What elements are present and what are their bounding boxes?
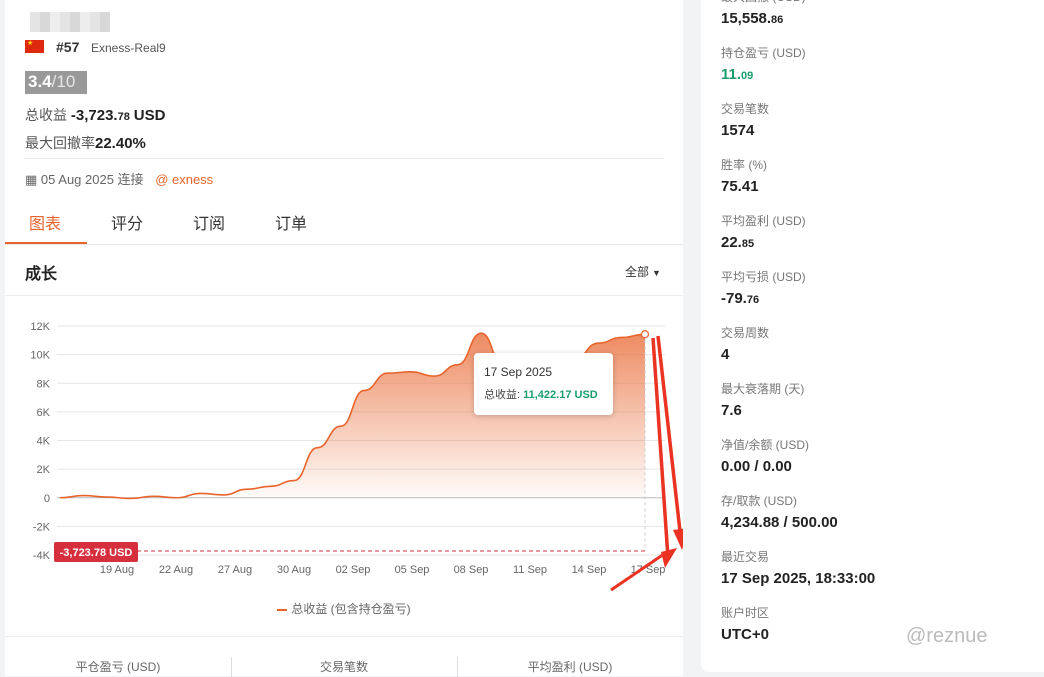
stat-label: 账户时区 [721,606,770,620]
stat-label: 净值/余额 (USD) [721,438,809,452]
stat-item: 胜率 (%) 75.41 [721,156,767,195]
stat-item: 持仓盈亏 (USD) 11.09 [721,44,806,83]
chart-legend[interactable]: 总收益 (包含持仓盈亏) [5,600,683,617]
trade-count-label: 交易笔数 [319,660,368,674]
growth-chart[interactable]: 12K 10K 8K 6K 4K 2K 0 -2K -4K 19 Aug 22 Aug 27 Aug 3… [5,0,683,600]
x-tick-label: 22 Aug [159,564,193,576]
stat-value: 22.85 [721,234,755,251]
stat-item: 交易笔数 1574 [721,100,769,139]
stat-item: 最大回撤 (USD) 15,558.86 [721,0,806,27]
x-tick-label: 02 Sep [336,564,371,576]
y-tick-label: 2K [37,464,51,476]
stat-label: 持仓盈亏 (USD) [721,46,806,60]
y-tick-label: 4K [37,436,51,448]
closed-profit-label: 平仓盈亏 (USD) [75,660,161,674]
stat-label: 平均亏损 (USD) [721,270,806,284]
stat-label: 最大衰落期 (天) [721,382,805,396]
stat-item: 平均亏损 (USD) -79.76 [721,268,806,307]
x-tick-label: 14 Sep [572,564,607,576]
y-tick-label: 0 [44,493,50,505]
y-tick-label: -2K [33,521,51,533]
stat-value: 11.09 [721,66,754,83]
stat-label: 胜率 (%) [721,158,767,172]
arrow-head-icon [673,528,683,550]
stat-label: 交易笔数 [721,102,770,116]
y-tick-label: -4K [33,550,51,562]
stats-panel: @reznue 最大回撤 (USD) 15,558.86 持仓盈亏 (USD) 11.… [701,0,1044,672]
stat-item: 最大衰落期 (天) 7.6 [721,380,804,419]
stat-label: 交易周数 [721,326,770,340]
main-panel: ★ #57 Exness-Real9 3.4/10 总收益 -3,723.78 … [5,0,683,677]
x-tick-label: 27 Aug [218,564,252,576]
stat-item: 交易周数 4 [721,324,769,363]
tooltip-date: 17 Sep 2025 [484,365,553,379]
legend-swatch [277,608,288,611]
stat-item: 存/取款 (USD) 4,234.88 / 500.00 [721,492,838,531]
x-tick-label: 05 Sep [395,564,430,576]
stat-label: 平均盈利 (USD) [721,214,806,228]
chart-tooltip: 17 Sep 2025 总收益: 11,422.17 USD [474,353,613,415]
x-tick-label: 19 Aug [100,564,134,576]
y-tick-label: 12K [30,321,50,333]
stat-item: 账户时区 UTC+0 [721,604,769,643]
y-tick-label: 10K [30,350,50,362]
x-tick-label: 11 Sep [513,564,547,576]
stat-item: 最近交易 17 Sep 2025, 18:33:00 [721,548,875,587]
watermark: @reznue [906,625,988,647]
current-value-text: -3,723.78 USD [60,547,133,559]
stat-value: 7.6 [721,402,742,419]
stat-value: 17 Sep 2025, 18:33:00 [721,570,876,587]
tooltip-value: 总收益: 11,422.17 USD [484,389,598,401]
bottom-stats-bar: 平仓盈亏 (USD) 交易笔数 平均盈利 (USD) [5,636,683,677]
stat-value: UTC+0 [721,626,769,643]
stat-label: 存/取款 (USD) [721,494,797,508]
stat-value: 15,558.86 [721,10,784,27]
stat-value: 4,234.88 / 500.00 [721,514,838,531]
y-tick-label: 8K [37,378,51,390]
x-tick-label: 08 Sep [454,564,489,576]
stat-label: 最近交易 [721,550,770,564]
stat-item: 净值/余额 (USD) 0.00 / 0.00 [721,436,809,475]
stat-value: 0.00 / 0.00 [721,458,792,475]
stat-value: 1574 [721,122,755,139]
stat-label: 最大回撤 (USD) [721,0,806,5]
stat-value: -79.76 [721,290,760,307]
hover-point [640,330,650,339]
y-tick-label: 6K [37,407,51,419]
stat-value: 75.41 [721,178,759,195]
stat-value: 4 [721,346,730,363]
stat-item: 平均盈利 (USD) 22.85 [721,212,806,251]
x-tick-label: 30 Aug [277,564,311,576]
avg-profit-label: 平均盈利 (USD) [527,660,613,674]
